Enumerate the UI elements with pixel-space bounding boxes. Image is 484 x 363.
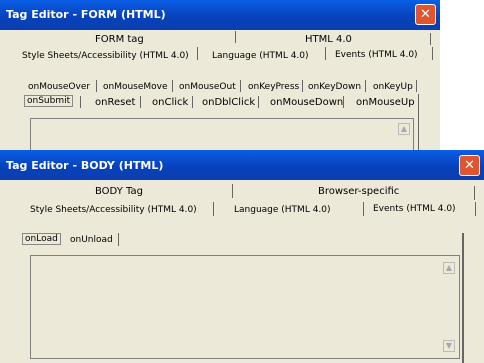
tab-onreset[interactable]: onReset (95, 97, 135, 108)
tab-divider (365, 80, 366, 92)
tab-language[interactable]: Language (HTML 4.0) (234, 205, 331, 215)
tab-events[interactable]: Events (HTML 4.0) (335, 50, 418, 60)
body-window-title: Tag Editor - BODY (HTML) (6, 159, 164, 172)
tab-ondblclick[interactable]: onDblClick (202, 97, 255, 108)
tab-divider (325, 47, 326, 60)
tab-divider (416, 80, 417, 92)
tab-divider (235, 31, 236, 43)
scroll-up-icon[interactable]: ▲ (398, 123, 410, 135)
tab-onmouseup[interactable]: onMouseUp (356, 97, 415, 108)
tab-divider (474, 186, 475, 200)
tab-divider (96, 80, 97, 92)
tab-onclick[interactable]: onClick (152, 97, 188, 108)
form-tag-editor-window: Tag Editor - FORM (HTML) ✕ FORM tag HTML… (0, 0, 440, 160)
tab-style-sheets[interactable]: Style Sheets/Accessibility (HTML 4.0) (30, 205, 197, 215)
tab-onkeydown[interactable]: onKeyDown (308, 82, 361, 92)
tab-onload[interactable]: onLoad (22, 233, 61, 245)
body-tag-editor-window: Tag Editor - BODY (HTML) ✕ BODY Tag Brow… (0, 150, 484, 363)
close-icon: ✕ (420, 7, 431, 22)
form-title-bar[interactable]: Tag Editor - FORM (HTML) ✕ (0, 0, 440, 30)
tab-html-40[interactable]: HTML 4.0 (305, 34, 352, 45)
tab-divider (232, 184, 233, 198)
form-window-title: Tag Editor - FORM (HTML) (6, 8, 166, 21)
scroll-up-icon[interactable]: ▲ (443, 262, 455, 274)
tab-divider (240, 80, 241, 92)
tab-onkeypress[interactable]: onKeyPress (248, 82, 299, 92)
tab-divider (197, 47, 198, 60)
tab-onmousedown[interactable]: onMouseDown (270, 97, 343, 108)
tab-divider (192, 96, 193, 108)
tab-divider (258, 96, 259, 108)
close-icon: ✕ (464, 158, 475, 173)
tab-onmousemove[interactable]: onMouseMove (103, 82, 168, 92)
tab-language[interactable]: Language (HTML 4.0) (212, 51, 309, 61)
tab-form-tag[interactable]: FORM tag (95, 34, 144, 45)
tab-divider (213, 202, 214, 216)
tab-divider (363, 202, 364, 216)
form-close-button[interactable]: ✕ (415, 4, 436, 25)
tab-events[interactable]: Events (HTML 4.0) (373, 204, 456, 214)
tab-divider (343, 96, 344, 108)
tab-divider (140, 96, 141, 108)
tab-onkeyup[interactable]: onKeyUp (373, 82, 413, 92)
tab-body-tag[interactable]: BODY Tag (95, 186, 143, 197)
body-title-bar[interactable]: Tag Editor - BODY (HTML) ✕ (0, 150, 484, 180)
tab-divider (172, 80, 173, 92)
body-close-button[interactable]: ✕ (459, 155, 480, 176)
tab-onsubmit[interactable]: onSubmit (24, 95, 74, 107)
tab-divider (80, 96, 81, 108)
panel-edge (418, 94, 419, 154)
tab-browser-specific[interactable]: Browser-specific (318, 186, 399, 197)
tab-divider (302, 80, 303, 92)
tab-onunload[interactable]: onUnload (70, 235, 113, 245)
tab-divider (430, 33, 431, 45)
panel-edge (462, 233, 464, 363)
onload-script-editor[interactable]: ▲ ▼ (30, 255, 460, 359)
tab-divider (118, 233, 119, 246)
tab-divider (475, 202, 476, 216)
scroll-down-icon[interactable]: ▼ (443, 340, 455, 352)
tab-style-sheets[interactable]: Style Sheets/Accessibility (HTML 4.0) (22, 51, 189, 61)
tab-onmouseout[interactable]: onMouseOut (179, 82, 236, 92)
tab-divider (432, 47, 433, 60)
tab-onmouseover[interactable]: onMouseOver (28, 82, 90, 92)
